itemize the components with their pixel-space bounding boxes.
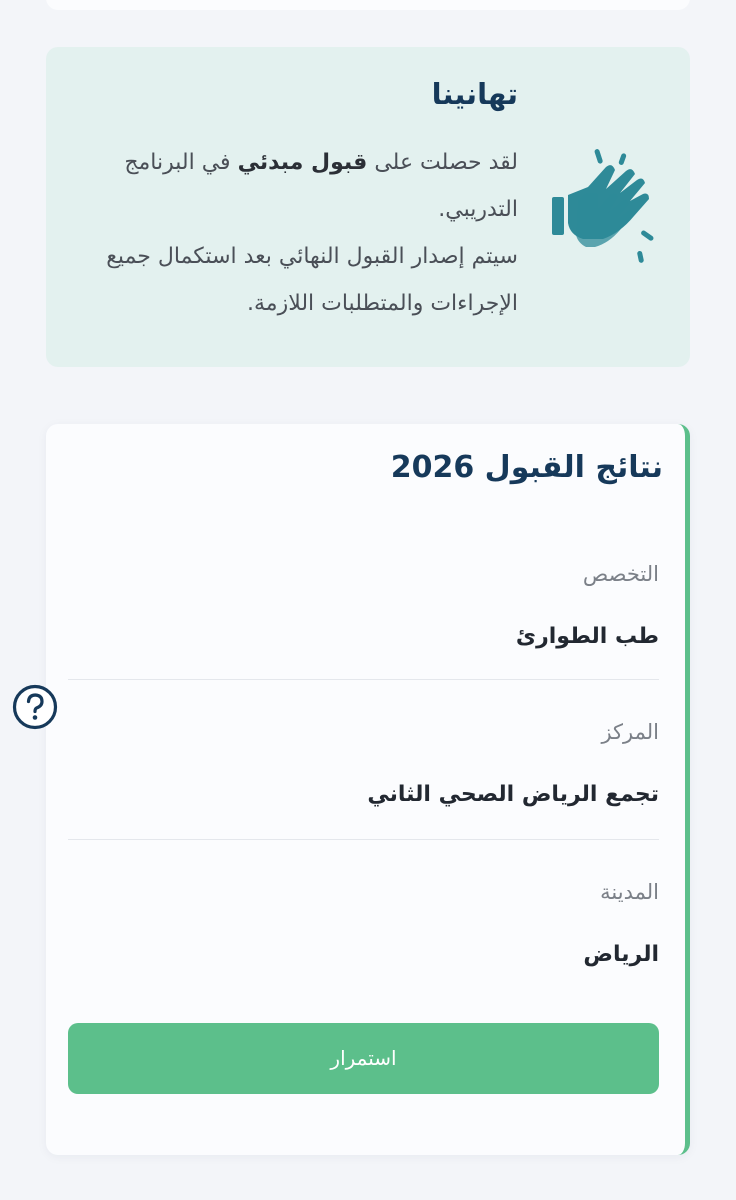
clapping-hands-icon [552,149,654,263]
center-value: تجمع الرياض الصحي الثاني [367,782,659,807]
specialty-label: التخصص [582,562,659,586]
initial-acceptance-text: قبول مبدئي [237,150,368,175]
congratulations-title: تهانينا [431,77,518,111]
city-value: الرياض [583,942,659,967]
congratulations-banner: تهانينا لقد حصلت على قبول مبدئي في البرن… [46,47,690,367]
previous-card [46,0,690,10]
acceptance-prefix: لقد حصلت على [367,150,518,175]
admission-results-card: نتائج القبول 2026 التخصص طب الطوارئ المر… [46,424,690,1155]
congratulations-message: لقد حصلت على قبول مبدئي في البرنامج التد… [78,139,518,327]
specialty-value: طب الطوارئ [515,624,659,649]
final-acceptance-note: سيتم إصدار القبول النهائي بعد استكمال جم… [106,244,518,316]
field-divider [68,839,659,840]
continue-button[interactable]: استمرار [68,1023,659,1094]
acceptance-sentence: لقد حصلت على قبول مبدئي في البرنامج التد… [78,139,518,233]
help-question-icon[interactable] [12,684,58,730]
city-label: المدينة [600,880,659,904]
center-label: المركز [601,720,659,744]
results-title: نتائج القبول 2026 [390,450,663,485]
field-divider [68,679,659,680]
